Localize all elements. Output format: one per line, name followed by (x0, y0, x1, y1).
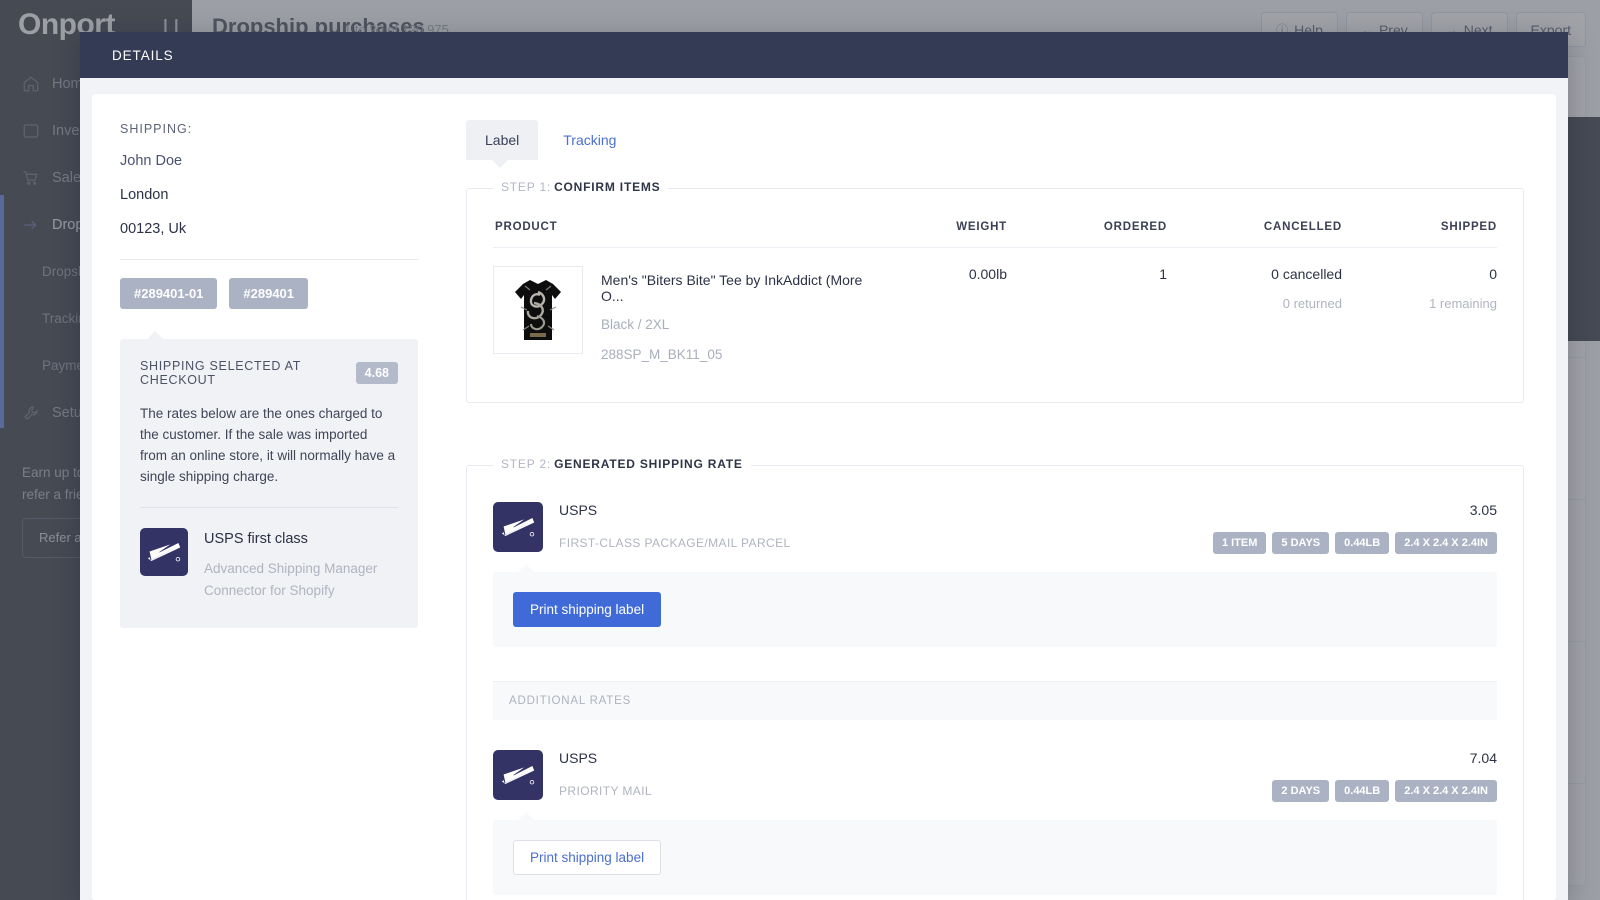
usps-logo-icon (493, 502, 543, 552)
additional-rate-action-bar: Print shipping label (493, 812, 1497, 895)
tshirt-thumbnail (493, 266, 583, 354)
step-2-section: STEP 2: GENERATED SHIPPING RATE USPS 3.0… (466, 457, 1524, 900)
checkout-panel-price: 4.68 (355, 362, 398, 384)
column-cancelled: CANCELLED (1263, 221, 1342, 233)
cancelled-value: 0 cancelled (1271, 266, 1342, 282)
rate-service-name: PRIORITY MAIL (559, 784, 652, 798)
column-product: PRODUCT (495, 221, 558, 233)
rate-chips: 2 DAYS 0.44LB 2.4 X 2.4 X 2.4IN (1272, 780, 1497, 802)
checkout-carrier-name: USPS first class (204, 531, 308, 547)
cell-product: Men's "Biters Bite" Tee by InkAddict (Mo… (493, 247, 867, 380)
label-column: Label Tracking STEP 1: CONFIRM ITEMS PROD… (444, 94, 1556, 900)
table-row: Men's "Biters Bite" Tee by InkAddict (Mo… (493, 247, 1497, 380)
returned-value: 0 returned (1282, 296, 1342, 311)
tabs: Label Tracking (466, 120, 1524, 168)
column-weight: WEIGHT (956, 221, 1007, 233)
primary-rate-action-bar: Print shipping label (493, 564, 1497, 647)
product-sku: 288SP_M_BK11_05 (601, 347, 723, 362)
column-ordered: ORDERED (1103, 221, 1167, 233)
modal-body: SHIPPING: John Doe London 00123, Uk #289… (92, 94, 1556, 900)
checkout-carrier: USPS first class Advanced Shipping Manag… (140, 528, 398, 602)
divider (120, 259, 418, 260)
order-tag[interactable]: #289401 (229, 278, 309, 309)
details-modal: DETAILS SHIPPING: John Doe London 00123,… (80, 32, 1568, 900)
product-name[interactable]: Men's "Biters Bite" Tee by InkAddict (Mo… (601, 272, 867, 304)
print-shipping-label-button[interactable]: Print shipping label (513, 840, 662, 875)
checkout-shipping-panel: SHIPPING SELECTED AT CHECKOUT 4.68 The r… (120, 331, 418, 628)
rate-chip-dimensions: 2.4 X 2.4 X 2.4IN (1395, 780, 1497, 802)
weight-value: 0.00lb (968, 266, 1007, 282)
rate-chip-dimensions: 2.4 X 2.4 X 2.4IN (1395, 532, 1497, 554)
additional-rates-header: ADDITIONAL RATES (493, 681, 1497, 720)
carrier-sub-line-2: Connector for Shopify (204, 583, 335, 598)
rate-chip-days: 5 DAYS (1272, 532, 1330, 554)
carrier-sub-line-1: Advanced Shipping Manager (204, 561, 378, 576)
rate-price: 3.05 (1469, 502, 1497, 518)
confirm-items-table: PRODUCT WEIGHT ORDERED CANCELLED SHIPPED (493, 217, 1497, 380)
rate-service-name: FIRST-CLASS PACKAGE/MAIL PARCEL (559, 536, 791, 550)
rate-carrier-name: USPS (559, 750, 598, 766)
tab-tracking[interactable]: Tracking (544, 120, 635, 160)
usps-logo-icon (493, 750, 543, 800)
usps-logo-icon (140, 528, 188, 576)
table-header-row: PRODUCT WEIGHT ORDERED CANCELLED SHIPPED (493, 217, 1497, 248)
additional-rate-row[interactable]: USPS 7.04 PRIORITY MAIL 2 DAYS 0.44LB 2.… (493, 736, 1497, 806)
step-2-name: GENERATED SHIPPING RATE (554, 457, 743, 471)
shipping-label: SHIPPING: (120, 122, 193, 136)
rate-chip-days: 2 DAYS (1272, 780, 1330, 802)
checkout-carrier-sub: Advanced Shipping Manager Connector for … (204, 558, 377, 602)
ordered-value: 1 (1159, 266, 1167, 282)
shipping-name[interactable]: John Doe (120, 153, 418, 169)
column-shipped: SHIPPED (1440, 221, 1497, 233)
cell-cancelled: 0 cancelled 0 returned (1167, 247, 1342, 380)
remaining-value: 1 remaining (1429, 296, 1497, 311)
step-2-legend: STEP 2: GENERATED SHIPPING RATE (493, 457, 751, 471)
generated-rate-row[interactable]: USPS 3.05 FIRST-CLASS PACKAGE/MAIL PARCE… (493, 488, 1497, 558)
step-1-section: STEP 1: CONFIRM ITEMS PRODUCT WEIGHT ORDE… (466, 180, 1524, 403)
rate-carrier-name: USPS (559, 502, 598, 518)
cell-weight: 0.00lb (867, 247, 1007, 380)
cell-ordered: 1 (1007, 247, 1167, 380)
step-1-label: STEP 1: (501, 180, 552, 194)
modal-title: DETAILS (112, 47, 174, 63)
rate-chip-items: 1 ITEM (1212, 532, 1267, 554)
rate-price: 7.04 (1469, 750, 1497, 766)
order-tag[interactable]: #289401-01 (120, 278, 218, 309)
checkout-panel-title: SHIPPING SELECTED AT CHECKOUT (140, 359, 301, 387)
shipping-postcode: 00123, Uk (120, 221, 187, 237)
rate-chip-weight: 0.44LB (1335, 532, 1390, 554)
print-shipping-label-button[interactable]: Print shipping label (513, 592, 662, 627)
rate-chip-weight: 0.44LB (1335, 780, 1390, 802)
screen: Dropship purchases 1 to 20 of 120,975 ⓘ … (0, 0, 1600, 900)
step-1-legend: STEP 1: CONFIRM ITEMS (493, 180, 669, 194)
cell-shipped: 0 1 remaining (1342, 247, 1497, 380)
divider (140, 507, 398, 508)
modal-header: DETAILS (80, 32, 1568, 78)
order-tags: #289401-01 #289401 (120, 278, 418, 309)
shipping-city: London (120, 187, 169, 203)
checkout-panel-description: The rates below are the ones charged to … (140, 406, 396, 484)
checkout-panel-header: SHIPPING SELECTED AT CHECKOUT 4.68 (140, 359, 398, 387)
shipping-column: SHIPPING: John Doe London 00123, Uk #289… (92, 94, 444, 900)
shipped-value: 0 (1489, 266, 1497, 282)
rate-chips: 1 ITEM 5 DAYS 0.44LB 2.4 X 2.4 X 2.4IN (1212, 532, 1497, 554)
product-variant: Black / 2XL (601, 317, 670, 332)
step-1-name: CONFIRM ITEMS (554, 180, 661, 194)
tab-label[interactable]: Label (466, 120, 539, 168)
step-2-label: STEP 2: (501, 457, 552, 471)
